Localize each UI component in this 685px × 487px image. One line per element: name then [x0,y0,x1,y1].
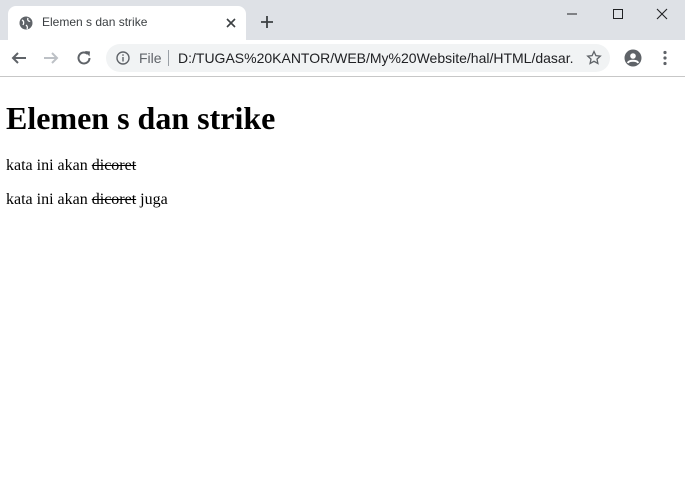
reload-icon [77,51,91,65]
more-vert-icon [663,50,667,66]
page-heading: Elemen s dan strike [6,100,276,136]
back-arrow-icon [11,52,26,64]
tab-title: Elemen s dan strike [42,15,148,29]
browser-tab[interactable]: Elemen s dan strike [8,6,246,40]
url-text[interactable]: D:/TUGAS%20KANTOR/WEB/My%20Website/hal/H… [178,50,573,66]
forward-button[interactable] [42,49,60,67]
paragraph-2: kata ini akan dicoret juga [6,191,168,209]
paragraph-1: kata ini akan dicoret [6,157,136,175]
paragraph-text: kata ini akan [6,157,92,174]
maximize-icon [613,9,623,19]
page-content: Elemen s dan strike kata ini akan dicore… [0,77,685,487]
omnibox-divider [168,50,169,66]
paragraph-text: kata ini akan [6,191,92,208]
close-icon [656,8,668,20]
menu-button[interactable] [656,49,674,67]
maximize-button[interactable] [595,0,641,28]
bookmark-star-icon[interactable] [586,50,602,66]
back-button[interactable] [10,49,28,67]
new-tab-plus-icon[interactable] [258,13,276,31]
struck-text: dicoret [91,191,137,208]
reload-button[interactable] [75,49,93,67]
minimize-button[interactable] [549,0,595,28]
paragraph-text-after: juga [136,191,168,208]
profile-button[interactable] [624,49,642,67]
tab-strip: Elemen s dan strike [0,0,685,40]
account-circle-icon [624,49,642,67]
scheme-label: File [139,50,162,66]
minimize-icon [567,13,577,15]
window-close-button[interactable] [639,0,685,28]
tab-close-icon[interactable] [224,16,238,30]
globe-icon [19,16,33,30]
address-bar[interactable]: File D:/TUGAS%20KANTOR/WEB/My%20Website/… [106,44,610,72]
info-icon[interactable] [116,51,130,65]
forward-arrow-icon [44,52,59,64]
browser-toolbar: File D:/TUGAS%20KANTOR/WEB/My%20Website/… [0,40,685,77]
struck-text: dicoret [91,157,137,174]
